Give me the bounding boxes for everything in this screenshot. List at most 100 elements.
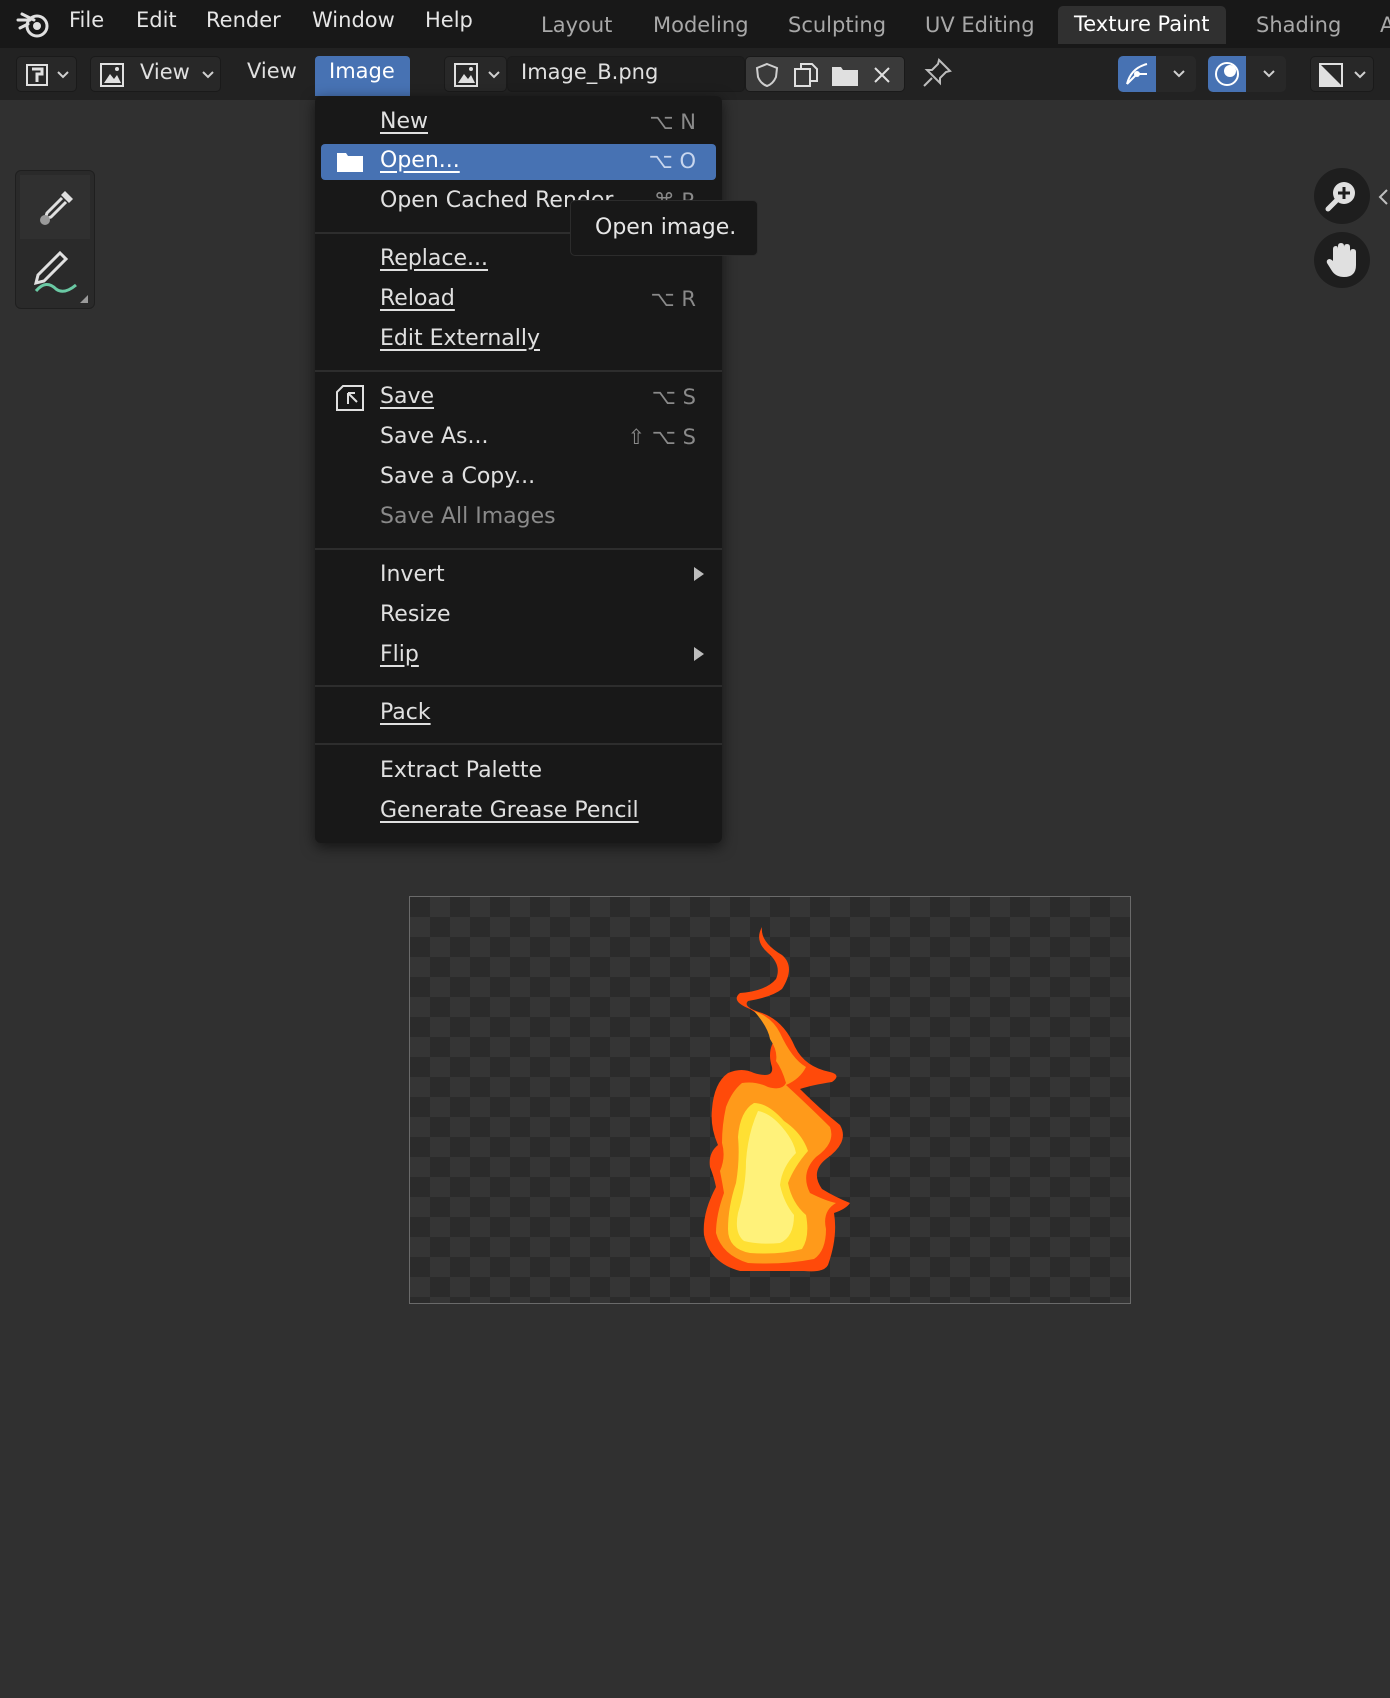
menu-item-label: Reload — [380, 286, 455, 311]
display-channels-dropdown[interactable] — [1310, 56, 1374, 92]
open-folder-icon — [337, 153, 363, 172]
annotate-tool[interactable] — [20, 241, 90, 305]
tab-modeling[interactable]: Modeling — [653, 13, 749, 37]
menu-item-generate-grease-pencil[interactable]: Generate Grease Pencil — [321, 794, 716, 830]
gizmo-toggle[interactable] — [1118, 56, 1196, 92]
menu-item-label: Resize — [380, 602, 451, 627]
fire-image — [703, 927, 850, 1272]
image-editor-header: View View Image Image_B.png — [0, 48, 1390, 100]
overlay-toggle[interactable] — [1208, 56, 1286, 92]
menu-item-label: Invert — [380, 562, 445, 587]
menu-item-edit-externally[interactable]: Edit Externally — [321, 322, 716, 358]
menu-item-shortcut: ⇧ ⌥ S — [627, 425, 696, 449]
gizmo-icon — [1126, 63, 1148, 85]
image-browse-button[interactable] — [444, 56, 507, 92]
menu-item-label: Extract Palette — [380, 758, 542, 783]
pin-icon[interactable] — [921, 57, 953, 89]
submenu-arrow-icon — [694, 567, 704, 581]
image-canvas[interactable] — [409, 896, 1131, 1304]
tab-overflow[interactable]: A — [1380, 13, 1390, 37]
editor-type-selector[interactable] — [16, 56, 77, 92]
tab-texture-paint[interactable]: Texture Paint — [1058, 6, 1226, 44]
menu-item-save-a-copy[interactable]: Save a Copy... — [321, 460, 716, 496]
view-mode-label: View — [140, 60, 190, 84]
view-menu[interactable]: View — [247, 59, 297, 83]
image-menu[interactable]: Image — [315, 56, 410, 96]
tab-uv-editing[interactable]: UV Editing — [925, 13, 1035, 37]
image-name-value: Image_B.png — [521, 60, 659, 84]
fake-user-shield-icon[interactable] — [754, 62, 780, 88]
menu-item-reload[interactable]: Reload ⌥ R — [321, 282, 716, 318]
open-folder-icon[interactable] — [830, 62, 860, 88]
menu-item-save-all-images: Save All Images — [321, 500, 716, 536]
overlays-icon — [1215, 62, 1239, 86]
tab-sculpting[interactable]: Sculpting — [788, 13, 886, 37]
chevron-down-icon — [1173, 70, 1185, 78]
menu-separator — [315, 548, 722, 550]
save-icon — [336, 385, 364, 411]
menu-render[interactable]: Render — [206, 8, 281, 32]
menu-item-label: Flip — [380, 642, 419, 667]
chevron-down-icon — [57, 71, 69, 79]
image-menu-label: Image — [329, 59, 395, 83]
menu-item-save[interactable]: Save ⌥ S — [321, 380, 716, 416]
menu-item-resize[interactable]: Resize — [321, 598, 716, 634]
tool-options-corner-icon — [80, 295, 88, 303]
blender-logo-icon[interactable] — [16, 8, 50, 40]
hand-icon — [1326, 243, 1356, 277]
close-icon[interactable] — [872, 65, 892, 85]
menu-window[interactable]: Window — [312, 8, 395, 32]
tooltip-text: Open image. — [595, 215, 737, 240]
menu-item-label: Save As... — [380, 424, 489, 449]
pan-button[interactable] — [1314, 232, 1370, 288]
menu-item-label: Save — [380, 384, 435, 409]
annotate-pencil-icon — [33, 250, 77, 293]
menu-item-invert[interactable]: Invert — [321, 558, 716, 594]
chevron-down-icon — [488, 71, 500, 79]
menu-item-label: Replace... — [380, 246, 489, 271]
duplicate-icon[interactable] — [792, 62, 820, 88]
chevron-down-icon — [202, 71, 214, 79]
menu-item-flip[interactable]: Flip — [321, 638, 716, 674]
chevron-down-icon — [1354, 71, 1366, 79]
sidebar-toggle-chevron-icon[interactable] — [1377, 188, 1389, 206]
display-channels-icon — [1319, 63, 1343, 87]
image-icon — [454, 63, 478, 87]
menu-item-label: Generate Grease Pencil — [380, 798, 639, 823]
menu-item-label: Save a Copy... — [380, 464, 536, 489]
menu-help[interactable]: Help — [425, 8, 473, 32]
menu-item-label: New — [380, 109, 428, 134]
menu-item-label: Edit Externally — [380, 326, 541, 351]
menu-item-label: Pack — [380, 700, 431, 725]
image-actions-group — [745, 56, 905, 92]
chevron-down-icon — [1263, 70, 1275, 78]
tooltip: Open image. — [570, 200, 758, 256]
menu-item-shortcut: ⌥ N — [649, 110, 696, 134]
zoom-icon — [1325, 182, 1355, 212]
menu-edit[interactable]: Edit — [136, 8, 177, 32]
view-mode-dropdown[interactable]: View — [90, 56, 221, 92]
menu-item-shortcut: ⌥ O — [648, 149, 696, 173]
paint-mode-icon — [26, 64, 48, 86]
tab-shading[interactable]: Shading — [1256, 13, 1341, 37]
menu-item-label: Open... — [380, 148, 460, 173]
image-name-field[interactable]: Image_B.png — [507, 56, 745, 92]
menu-item-save-as[interactable]: Save As... ⇧ ⌥ S — [321, 420, 716, 456]
image-icon — [100, 63, 124, 87]
menu-item-new[interactable]: New ⌥ N — [321, 105, 716, 141]
menu-item-pack[interactable]: Pack — [321, 696, 716, 732]
zoom-button[interactable] — [1314, 168, 1370, 224]
menu-separator — [315, 743, 722, 745]
tool-shelf — [15, 170, 95, 309]
menu-file[interactable]: File — [69, 8, 104, 32]
menu-item-extract-palette[interactable]: Extract Palette — [321, 754, 716, 790]
menu-item-open[interactable]: Open... ⌥ O — [321, 144, 716, 180]
sample-tool[interactable] — [20, 175, 90, 239]
submenu-arrow-icon — [694, 647, 704, 661]
tab-layout[interactable]: Layout — [541, 13, 612, 37]
eyedropper-icon — [40, 191, 73, 225]
menu-item-shortcut: ⌥ R — [650, 287, 696, 311]
menu-separator — [315, 370, 722, 372]
menu-separator — [315, 685, 722, 687]
top-menu-bar: File Edit Render Window Help Layout Mode… — [0, 0, 1390, 48]
